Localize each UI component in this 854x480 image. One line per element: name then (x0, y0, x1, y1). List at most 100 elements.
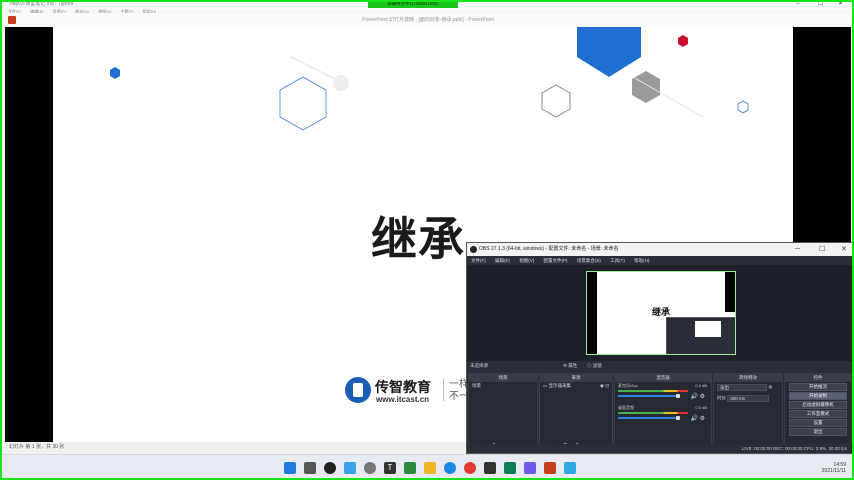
volume-slider-knob[interactable] (676, 416, 680, 420)
browser-icon[interactable] (444, 462, 456, 474)
chrome-icon[interactable] (464, 462, 476, 474)
minimize-icon[interactable]: ─ (796, 0, 800, 9)
powerpoint-logo-icon (8, 16, 16, 24)
transitions-dock: 转场特效 淡出 ⚙ 时长 300 ms (713, 373, 783, 453)
logo-divider (443, 379, 444, 401)
search-icon[interactable] (304, 462, 316, 474)
filters-button[interactable]: ◎ 滤镜 (587, 361, 602, 371)
powerpoint-title-bar: PowerPoint 幻灯片放映 - [面向对象-继承.pptx] - Powe… (5, 13, 851, 27)
ide-icon[interactable] (524, 462, 536, 474)
large-blue-hexagon (577, 27, 641, 77)
source-list-item[interactable]: ▭ 显示器采集 ◉ ⊡ (540, 382, 612, 390)
source-item-label: 显示器采集 (548, 383, 572, 388)
powerpoint-taskbar-icon[interactable] (544, 462, 556, 474)
transition-type-row: 淡出 ⚙ (714, 382, 782, 393)
mixer-channel-db: 0.0 dB (695, 405, 707, 410)
obs-window[interactable]: OBS 27.1.3 (64-bit, windows) - 配置文件: 未命名… (466, 242, 854, 454)
filters-label: 滤镜 (592, 363, 602, 368)
settings-button[interactable]: 设置 (789, 419, 847, 427)
virtual-camera-button[interactable]: 启动虚拟摄像机 (789, 401, 847, 409)
mixer-controls[interactable]: 🔊 ⚙ (690, 393, 705, 400)
folder-icon[interactable] (424, 462, 436, 474)
clock-date: 2021/11/11 (821, 468, 846, 474)
controls-dock: 控件 开始推流 开始录制 启动虚拟摄像机 工作室模式 设置 退出 (784, 373, 852, 453)
obs-menu-file[interactable]: 文件(F) (471, 258, 486, 263)
taskbar: T 14:59 2021/11/11 (0, 454, 854, 480)
obs-menu-view[interactable]: 视图(V) (519, 258, 534, 263)
duration-label: 时长 (717, 395, 726, 401)
mixer-dock: 混音器 麦克风/Aux 0.0 dB 🔊 ⚙ 桌面音频 0.0 dB 🔊 ⚙ (614, 373, 712, 453)
decor-circle (333, 75, 349, 91)
sources-dock-header: 来源 (540, 374, 612, 382)
sources-dock: 来源 ▭ 显示器采集 ◉ ⊡ + − ⚙ ⌃ ⌄ (539, 373, 613, 453)
obs-menu-help[interactable]: 帮助(H) (634, 258, 649, 263)
start-recording-button[interactable]: 开始录制 (789, 392, 847, 400)
transitions-dock-header: 转场特效 (714, 374, 782, 382)
controls-dock-header: 控件 (785, 374, 851, 382)
obs-minimize-icon[interactable]: ─ (795, 243, 800, 256)
obs-menu-scene-collection[interactable]: 场景集合(S) (577, 258, 601, 263)
scenes-dock: 场景 场景 + − ⌃ ⌄ (468, 373, 538, 453)
app-icon[interactable] (504, 462, 516, 474)
obs-taskbar-icon[interactable] (324, 462, 336, 474)
transition-gear-icon[interactable]: ⚙ (768, 385, 772, 390)
obs-title: OBS 27.1.3 (64-bit, windows) - 配置文件: 未命名… (479, 246, 619, 252)
obs-menu-profile[interactable]: 配置文件(P) (544, 258, 568, 263)
obs-logo-icon (470, 246, 477, 253)
transition-duration-row: 时长 300 ms (714, 393, 782, 404)
obs-preview-area: 继承 (467, 265, 853, 361)
edge-icon[interactable] (344, 462, 356, 474)
chat-icon[interactable] (364, 462, 376, 474)
screen-share-icon[interactable] (564, 462, 576, 474)
desktop-screen: day03-课堂笔记.md - Typora 文件(F) 编辑(E) 段落(P)… (0, 0, 854, 480)
close-icon[interactable]: ✕ (838, 0, 843, 9)
obs-docks: 场景 场景 + − ⌃ ⌄ 来源 ▭ 显示器采集 ◉ ⊡ + − ⚙ ⌃ ⌄ 混… (467, 373, 853, 453)
slide-counter: 幻灯片 第 1 张，共 30 张 (9, 444, 65, 450)
duration-input[interactable]: 300 ms (727, 395, 770, 402)
properties-label: 属性 (568, 363, 578, 368)
screen-share-banner: 屏幕共享中(1/1920x1080) (368, 0, 458, 8)
scenes-dock-header: 场景 (469, 374, 537, 382)
exit-button[interactable]: 退出 (789, 428, 847, 436)
obs-close-icon[interactable]: ✕ (841, 243, 847, 256)
maximize-icon[interactable]: ☐ (818, 0, 823, 9)
logo-url: www.itcast.cn (376, 395, 430, 404)
obs-maximize-icon[interactable]: ☐ (819, 243, 825, 256)
mixer-dock-header: 混音器 (615, 374, 711, 382)
obs-status-bar: LIVE: 00:00:00 REC: 00:00:00 CPU: 2.9%, … (467, 444, 853, 453)
small-blue-hexagon (110, 67, 120, 79)
obs-preview[interactable]: 继承 (586, 271, 736, 355)
start-menu-icon[interactable] (284, 462, 296, 474)
logo-brand-name: 传智教育 (375, 379, 431, 395)
powerpoint-title: PowerPoint 幻灯片放映 - [面向对象-继承.pptx] - Powe… (362, 17, 494, 23)
console-icon[interactable] (484, 462, 496, 474)
typora-title: day03-课堂笔记.md - Typora (10, 1, 74, 7)
properties-button[interactable]: ⚙ 属性 (563, 361, 577, 371)
outline-blue-hexagon (279, 76, 327, 131)
obs-menu-tools[interactable]: 工具(T) (610, 258, 625, 263)
slide-title: 继承 (371, 212, 465, 266)
preview-nested-screen (695, 321, 721, 337)
studio-mode-button[interactable]: 工作室模式 (789, 410, 847, 418)
typora-taskbar-icon[interactable]: T (384, 462, 396, 474)
start-streaming-button[interactable]: 开始推流 (789, 383, 847, 391)
preview-black-bar-right (725, 272, 735, 312)
volume-slider[interactable] (618, 394, 680, 398)
monitor-icon: ▭ (543, 383, 548, 388)
terminal-icon[interactable] (404, 462, 416, 474)
scene-list-item[interactable]: 场景 (469, 382, 537, 390)
volume-slider-knob[interactable] (676, 394, 680, 398)
transition-type-select[interactable]: 淡出 (717, 384, 767, 391)
preview-black-bar-left (587, 272, 597, 354)
audio-meter (618, 390, 688, 392)
obs-source-toolbar: 未选择源 ⚙ 属性 ◎ 滤镜 (467, 361, 853, 371)
visibility-icon[interactable]: ◉ ⊡ (600, 382, 609, 390)
obs-title-bar: OBS 27.1.3 (64-bit, windows) - 配置文件: 未命名… (467, 243, 853, 256)
volume-slider[interactable] (618, 416, 680, 420)
small-outline-blue-hexagon (737, 100, 749, 114)
mixer-controls[interactable]: 🔊 ⚙ (690, 415, 705, 422)
system-tray-clock[interactable]: 14:59 2021/11/11 (822, 462, 846, 474)
outline-gray-hexagon (541, 84, 571, 118)
obs-menu-edit[interactable]: 编辑(E) (495, 258, 510, 263)
mixer-channel-mic: 麦克风/Aux 0.0 dB 🔊 ⚙ (615, 382, 711, 404)
